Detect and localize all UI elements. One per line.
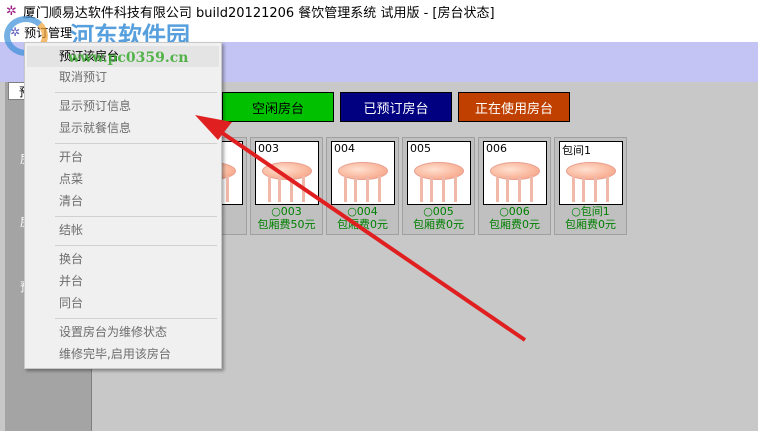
red-arrow-annotation [195, 115, 527, 342]
